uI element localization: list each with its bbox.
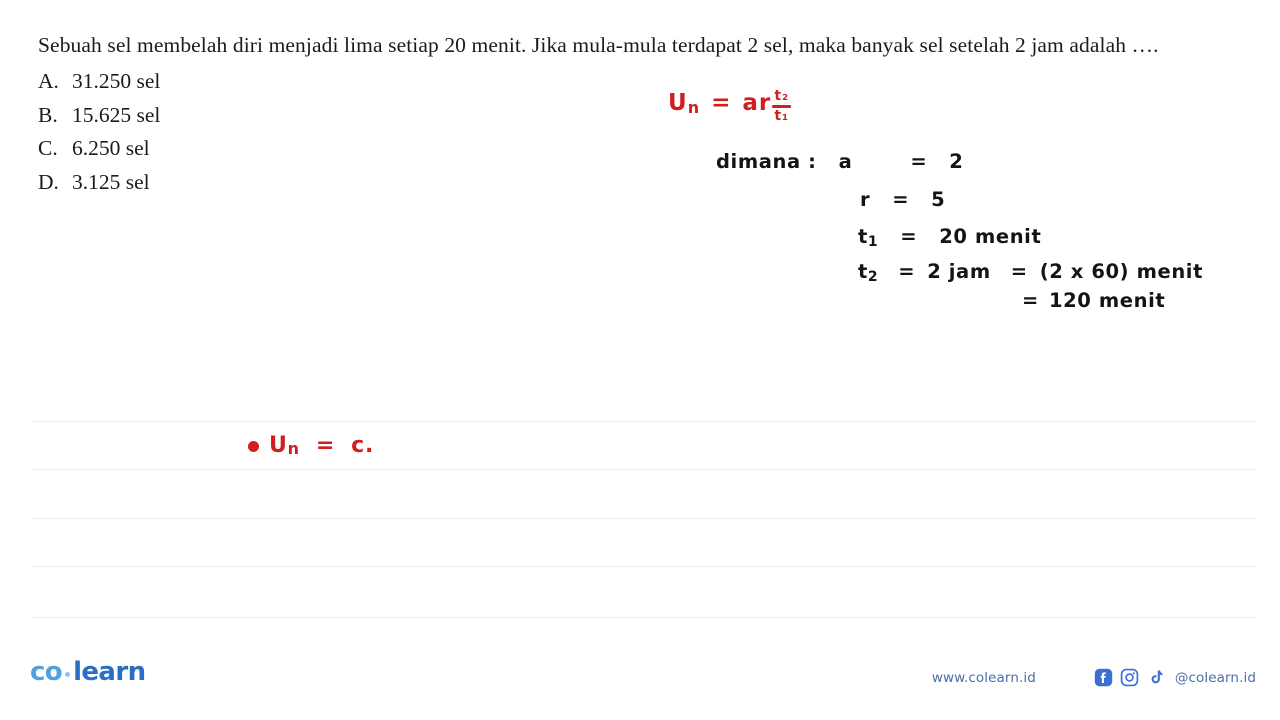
answer-label-main: U <box>269 433 288 458</box>
given-symbol-t: t <box>858 225 868 248</box>
tiktok-icon[interactable] <box>1146 668 1165 687</box>
option-value: 6.250 sel <box>72 136 150 160</box>
handwritten-t2-result: = 120 menit <box>1022 289 1165 312</box>
facebook-icon[interactable] <box>1094 668 1113 687</box>
given-symbol-a: a <box>838 150 853 173</box>
option-value: 3.125 sel <box>72 169 150 194</box>
logo-dot-icon <box>65 671 71 677</box>
option-value: 31.250 sel <box>72 69 161 93</box>
given-value-r: 5 <box>931 188 946 211</box>
option-value: 15.625 sel <box>72 102 161 127</box>
formula-equals: = <box>711 90 732 116</box>
exponent-denominator: t₁ <box>774 107 790 124</box>
handwritten-given-r: r = 5 <box>860 188 945 211</box>
rule-line <box>32 421 1256 422</box>
answer-option-d[interactable]: D. 3.125 sel <box>38 166 1188 200</box>
formula-lhs-main: U <box>668 90 688 116</box>
logo-text-learn: learn <box>73 657 146 687</box>
logo-text-co: co <box>30 657 63 687</box>
given-equals: = <box>898 260 916 283</box>
option-letter: C. <box>38 136 58 160</box>
bullet-icon <box>248 441 259 452</box>
given-equals-2: = <box>1010 260 1028 283</box>
given-value-t1: 20 menit <box>939 225 1042 248</box>
given-label: dimana : <box>716 150 817 173</box>
result-value: 120 menit <box>1048 289 1166 312</box>
rule-line <box>32 469 1256 470</box>
question-text: Sebuah sel membelah diri menjadi lima se… <box>38 33 1159 57</box>
option-letter: A. <box>38 69 59 93</box>
answer-option-a[interactable]: A. 31.250 sel <box>38 65 1188 99</box>
answer-option-b[interactable]: B. 15.625 sel <box>38 99 1188 133</box>
result-equals: = <box>1022 289 1039 312</box>
footer-social-handle[interactable]: @colearn.id <box>1175 670 1256 686</box>
instagram-icon[interactable] <box>1120 668 1139 687</box>
rule-line <box>32 617 1256 618</box>
handwritten-answer: Un = c. <box>248 433 374 458</box>
given-symbol-sub: 1 <box>867 234 879 250</box>
exponent-numerator: t₂ <box>774 88 790 104</box>
handwritten-formula: Un = ar t₂ t₁ <box>668 88 792 134</box>
given-equals: = <box>892 188 910 211</box>
formula-exponent-fraction: t₂ t₁ <box>772 88 792 124</box>
question-block: Sebuah sel membelah diri menjadi lima se… <box>38 30 1188 199</box>
handwritten-given-t1: t1 = 20 menit <box>858 225 1042 250</box>
option-letter: B. <box>38 102 58 127</box>
answer-option-c[interactable]: C. 6.250 sel <box>38 132 1188 166</box>
answer-options-list: A. 31.250 sel B. 15.625 sel C. 6.250 sel… <box>38 65 1188 199</box>
option-letter: D. <box>38 169 59 194</box>
given-equals: = <box>900 225 918 248</box>
given-value-a: 2 <box>949 150 964 173</box>
footer-website-url[interactable]: www.colearn.id <box>932 670 1036 686</box>
given-symbol-sub: 2 <box>867 269 879 285</box>
handwritten-given-a: dimana : a = 2 <box>716 150 963 173</box>
given-value-t2: 2 jam <box>927 260 991 283</box>
rule-line <box>32 518 1256 519</box>
answer-equals: = <box>315 433 336 458</box>
rule-line <box>32 566 1256 567</box>
given-symbol-t: t <box>858 260 868 283</box>
given-value-t2-converted: (2 x 60) menit <box>1039 260 1204 283</box>
social-icons-group <box>1094 668 1165 687</box>
formula-base: ar <box>742 90 772 116</box>
footer-contact: www.colearn.id @colearn.id <box>932 668 1256 687</box>
given-symbol-r: r <box>860 188 871 211</box>
handwritten-given-t2: t2 = 2 jam = (2 x 60) menit <box>858 260 1204 285</box>
formula-lhs-sub: n <box>687 98 701 117</box>
answer-value: c. <box>351 433 375 458</box>
given-equals: = <box>910 150 928 173</box>
colearn-logo: co learn <box>30 657 146 687</box>
answer-label-sub: n <box>287 439 300 458</box>
